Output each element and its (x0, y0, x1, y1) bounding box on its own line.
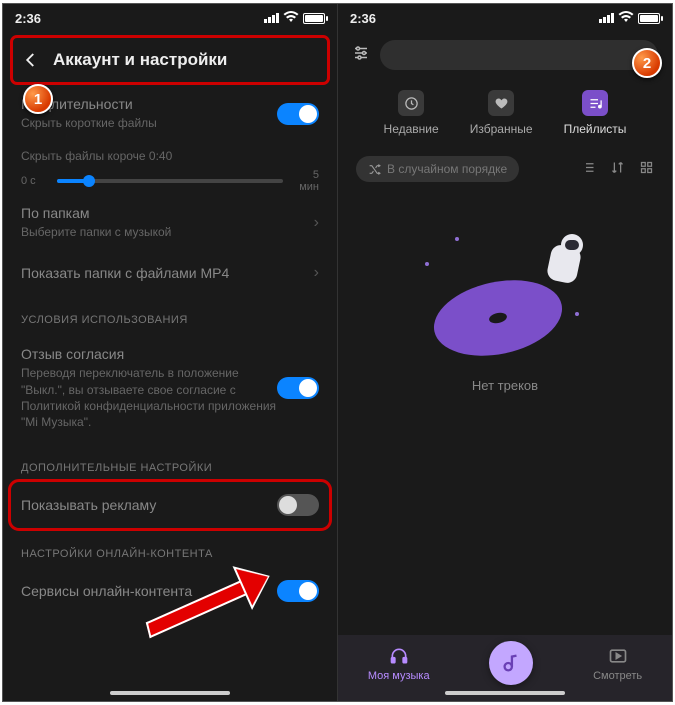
wifi-icon (618, 10, 634, 26)
left-phone: 2:36 Аккаунт и настройки По длительности… (3, 4, 338, 701)
home-indicator[interactable] (110, 691, 230, 695)
mp4-row[interactable]: Показать папки с файлами MP4 › (21, 252, 319, 294)
consent-row[interactable]: Отзыв согласия Переводя переключатель в … (21, 334, 319, 442)
tab-favorites[interactable]: Избранные (470, 90, 533, 136)
ads-toggle[interactable] (277, 494, 319, 516)
nav-watch[interactable]: Смотреть (593, 645, 642, 682)
header-title: Аккаунт и настройки (53, 50, 227, 70)
search-input[interactable] (380, 40, 658, 70)
shuffle-button[interactable]: В случайном порядке (356, 156, 519, 182)
battery-icon (638, 13, 660, 24)
sort-icon[interactable] (610, 160, 625, 178)
section-header-terms: УСЛОВИЯ ИСПОЛЬЗОВАНИЯ (21, 294, 319, 334)
empty-label: Нет треков (472, 378, 538, 393)
slider-label: Скрыть файлы короче 0:40 (21, 149, 319, 163)
section-header-extra: ДОПОЛНИТЕЛЬНЫЕ НАСТРОЙКИ (21, 442, 319, 482)
duration-toggle[interactable] (277, 103, 319, 125)
tab-playlists[interactable]: Плейлисты (564, 90, 627, 136)
section-header-online: НАСТРОЙКИ ОНЛАЙН-КОНТЕНТА (21, 528, 319, 568)
nav-my-music[interactable]: Моя музыка (368, 645, 430, 682)
status-bar: 2:36 (338, 4, 672, 32)
clock: 2:36 (15, 11, 41, 26)
setting-title: По длительности (21, 96, 277, 112)
battery-icon (303, 13, 325, 24)
annotation-badge-2: 2 (632, 48, 662, 78)
list-icon[interactable] (581, 160, 596, 178)
clock: 2:36 (350, 11, 376, 26)
chevron-right-icon: › (314, 264, 319, 282)
duration-slider[interactable] (57, 179, 283, 183)
signal-icon (599, 13, 614, 23)
right-phone: 2:36 Недавние Избранные (338, 4, 672, 701)
headphones-icon (388, 645, 410, 667)
wifi-icon (283, 10, 299, 26)
folders-row[interactable]: По папкам Выберите папки с музыкой › (21, 193, 319, 252)
filter-icon[interactable] (352, 44, 370, 67)
slider-min: 0 с (21, 175, 49, 187)
home-indicator[interactable] (445, 691, 565, 695)
ads-row[interactable]: Показывать рекламу (11, 482, 329, 528)
video-icon (607, 645, 629, 667)
online-toggle[interactable] (277, 580, 319, 602)
back-button[interactable] (19, 48, 43, 72)
empty-state: Нет треков (338, 192, 672, 393)
tab-recent[interactable]: Недавние (384, 90, 439, 136)
setting-subtitle: Скрыть короткие файлы (21, 115, 277, 131)
consent-toggle[interactable] (277, 377, 319, 399)
grid-icon[interactable] (639, 160, 654, 178)
status-bar: 2:36 (3, 4, 337, 32)
slider-max: 5 мин (291, 169, 319, 193)
play-fab[interactable] (489, 641, 533, 685)
settings-header: Аккаунт и настройки (11, 36, 329, 84)
chevron-right-icon: › (314, 214, 319, 232)
shuffle-icon (368, 163, 381, 176)
playlist-icon (582, 90, 608, 116)
clock-icon (398, 90, 424, 116)
astronaut-icon (535, 232, 595, 292)
signal-icon (264, 13, 279, 23)
heart-icon (488, 90, 514, 116)
duration-row[interactable]: По длительности Скрыть короткие файлы (21, 84, 319, 143)
annotation-badge-1: 1 (23, 84, 53, 114)
